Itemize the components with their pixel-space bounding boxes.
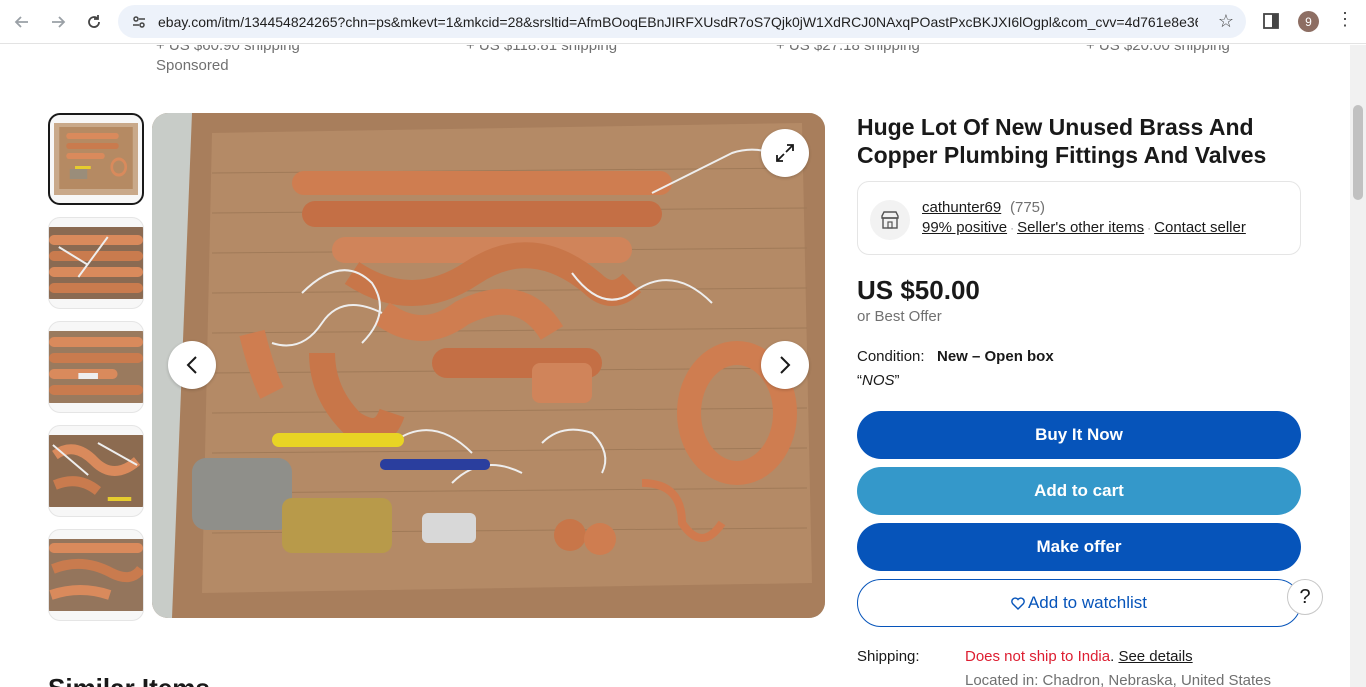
listing-title: Huge Lot Of New Unused Brass And Copper … [857, 114, 1267, 168]
add-to-watchlist-button[interactable]: Add to watchlist [857, 579, 1301, 627]
side-panel-icon[interactable] [1262, 12, 1280, 30]
previous-image-button[interactable] [168, 341, 216, 389]
forward-arrow-icon[interactable] [44, 8, 72, 36]
listing-page: + US $60.90 shipping + US $118.81 shippi… [0, 45, 1350, 687]
address-bar[interactable]: ebay.com/itm/134454824265?chn=ps&mkevt=1… [118, 5, 1246, 38]
thumbnail-image [54, 123, 138, 195]
chevron-right-icon [780, 356, 791, 374]
scrollbar-thumb[interactable] [1353, 105, 1363, 200]
item-location: Located in: Chadron, Nebraska, United St… [965, 672, 1272, 687]
make-offer-button[interactable]: Make offer [857, 523, 1301, 571]
sponsored-label: Sponsored [156, 57, 229, 74]
thumbnail-image [49, 539, 143, 611]
seller-positive-link[interactable]: 99% positive [922, 219, 1007, 236]
carousel-shipping-text: + US $20.00 shipping [1086, 45, 1230, 54]
add-to-cart-button[interactable]: Add to cart [857, 467, 1301, 515]
separator-dot: · [1147, 221, 1152, 235]
thumbnail-5[interactable] [48, 529, 144, 621]
thumbnail-1[interactable] [48, 113, 144, 205]
seller-links: 99% positive · Seller's other items · Contac… [922, 219, 1246, 236]
condition-value: New – Open box [937, 348, 1054, 365]
thumbnail-image [49, 227, 143, 299]
reload-icon[interactable] [80, 8, 108, 36]
price: US $50.00 [857, 275, 980, 305]
seller-feedback-count: (775) [1010, 199, 1046, 216]
seller-name-link[interactable]: cathunter69 [922, 199, 1001, 216]
similar-items-heading: Similar Items [48, 673, 210, 687]
contact-seller-link[interactable]: Contact seller [1154, 219, 1246, 236]
see-details-link[interactable]: See details [1118, 648, 1192, 665]
back-arrow-icon[interactable] [8, 8, 36, 36]
buy-it-now-button[interactable]: Buy It Now [857, 411, 1301, 459]
shipping-warning: Does not ship to India [965, 648, 1111, 665]
browser-toolbar: ebay.com/itm/134454824265?chn=ps&mkevt=1… [0, 0, 1366, 44]
more-menu-icon[interactable]: ⋮ [1336, 10, 1354, 28]
thumbnail-image [49, 435, 143, 507]
thumbnail-2[interactable] [48, 217, 144, 309]
site-info-icon[interactable] [128, 11, 150, 33]
seller-other-items-link[interactable]: Seller's other items [1017, 219, 1144, 236]
url-text: ebay.com/itm/134454824265?chn=ps&mkevt=1… [158, 13, 1198, 30]
next-image-button[interactable] [761, 341, 809, 389]
help-button[interactable]: ? [1287, 579, 1323, 615]
chevron-left-icon [186, 356, 197, 374]
carousel-shipping-text: + US $60.90 shipping [156, 45, 300, 54]
shipping-label: Shipping: [857, 648, 920, 665]
bookmark-star-icon[interactable]: ☆ [1218, 11, 1234, 32]
condition-label: Condition: [857, 348, 925, 365]
heart-icon [1011, 596, 1025, 610]
thumbnail-strip [48, 113, 144, 633]
seller-card: cathunter69 (775) 99% positive · Seller's … [857, 181, 1301, 255]
carousel-shipping-text: + US $118.81 shipping [466, 45, 618, 54]
thumbnail-image [49, 331, 143, 403]
product-photo [152, 113, 825, 618]
shipping-value: Does not ship to India. See details [965, 648, 1193, 665]
profile-avatar[interactable]: 9 [1298, 11, 1319, 32]
condition-note-text: NOS [862, 372, 895, 389]
page-scrollbar[interactable] [1350, 45, 1366, 687]
add-to-watchlist-label: Add to watchlist [1027, 593, 1148, 612]
best-offer-label: or Best Offer [857, 308, 942, 325]
thumbnail-3[interactable] [48, 321, 144, 413]
expand-icon[interactable] [761, 129, 809, 177]
condition-note: “NOS” [857, 372, 900, 389]
main-product-image[interactable] [152, 113, 825, 618]
store-icon [870, 200, 910, 240]
thumbnail-4[interactable] [48, 425, 144, 517]
carousel-shipping-text: + US $27.18 shipping [776, 45, 920, 54]
separator-dot: · [1010, 221, 1015, 235]
